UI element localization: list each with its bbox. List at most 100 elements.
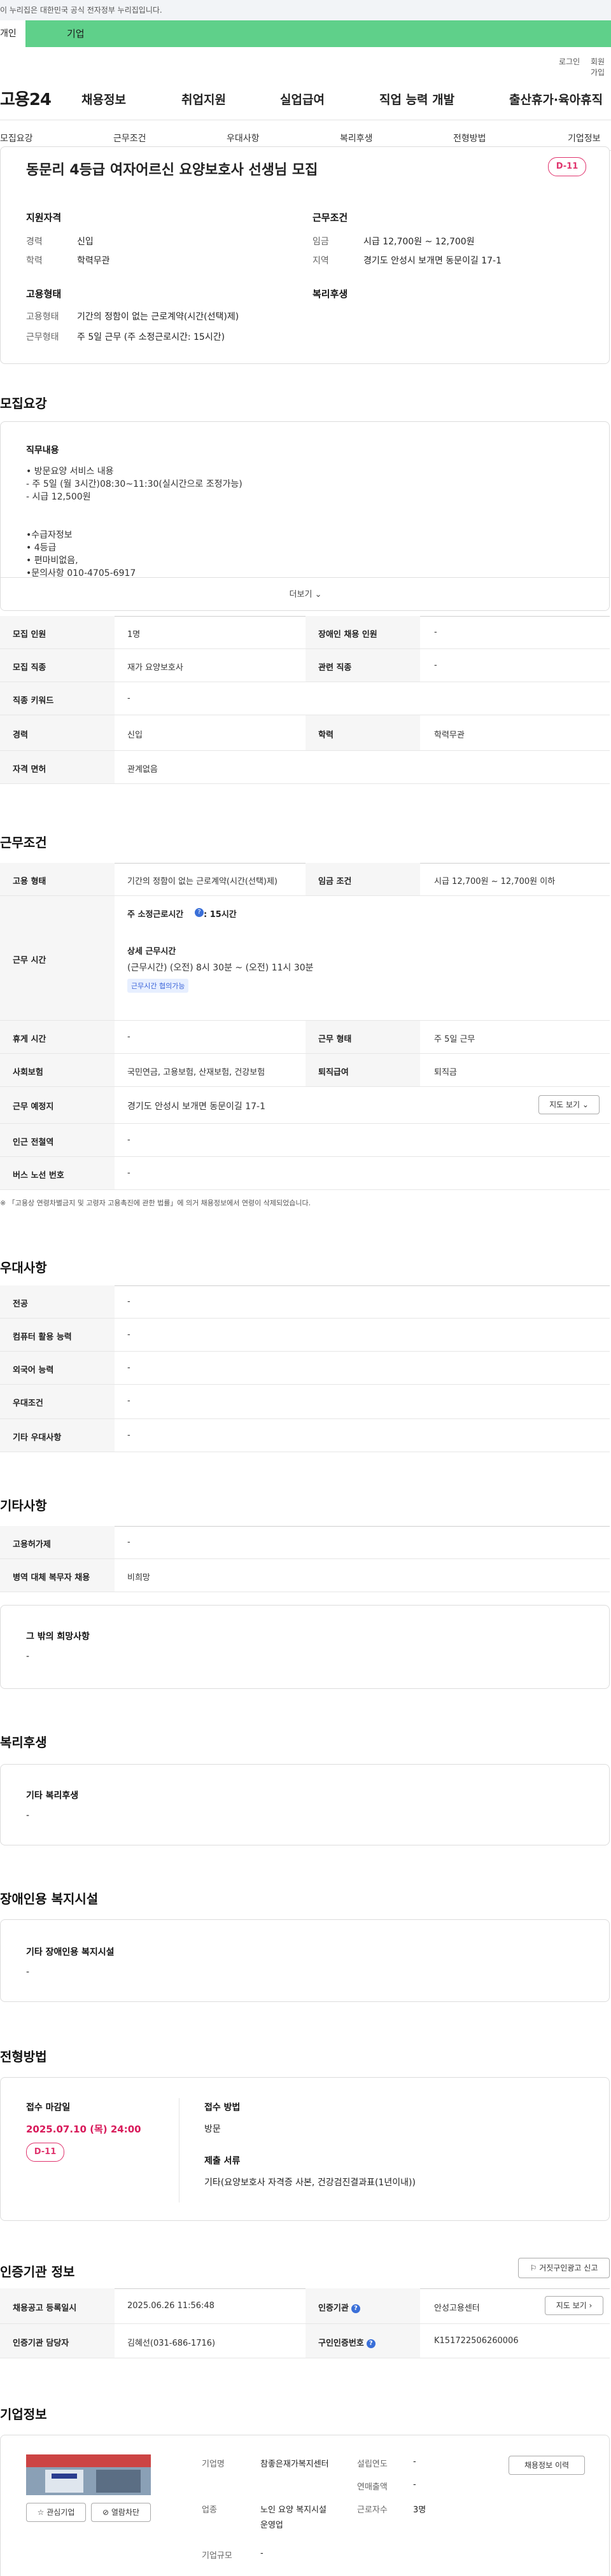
gnb-item-jobs[interactable]: 채용정보 [81,90,126,108]
table-row: 기타 우대사항 - [0,1419,610,1452]
table-row: 경력 신입 학력 학력무관 [0,715,610,751]
table-row: 직종 키워드 - [0,682,610,715]
info-icon[interactable]: ? [351,2304,360,2313]
table-cell: - [127,1297,130,1306]
job-desc-line [26,516,242,529]
emp-value: 기간의 정함이 없는 근로계약(시간(선택)제) [77,312,239,322]
table-row: 사회보험 국민연금, 고용보험, 산재보험, 건강보험 퇴직급여 퇴직금 [0,1054,610,1087]
snb-company[interactable]: 기업정보 [568,132,601,144]
req-value: 학력무관 [77,256,110,266]
table-header: 근무 예정지 [13,1102,54,1112]
table-cell: 주 5일 근무 [434,1035,475,1044]
job-description-card: 직무내용 • 방문요양 서비스 내용 - 주 5일 (월 3시간)08:30~1… [0,421,610,611]
table-cell: 경기도 안성시 보개면 동문이길 17-1 [127,1102,266,1112]
table-row: 인근 전철역 - [0,1124,610,1157]
gnb-item-support[interactable]: 취업지원 [181,90,226,108]
table-cell: - [127,1330,130,1340]
table-header: 퇴직급여 [318,1068,349,1077]
emp-label: 고용형태 [26,312,59,322]
table-cell: 김혜선(031-686-1716) [127,2339,216,2348]
tab-company[interactable]: 기업 [67,20,85,47]
table-cell: 2025.06.26 11:56:48 [127,2301,214,2311]
tab-personal[interactable]: 개인 [0,20,25,47]
block-view-button[interactable]: ⊘ 열람차단 [91,2503,151,2522]
req-label: 경력 [26,237,43,247]
facility-title: 기타 장애인용 복지시설 [26,1947,115,1957]
selection-heading: 전형방법 [0,2049,47,2064]
welfare-title: 기타 복리후생 [26,1791,79,1801]
gnb-item-training[interactable]: 직업 능력 개발 [379,90,454,108]
gnb-item-benefit[interactable]: 실업급여 [280,90,325,108]
company-size-value: - [260,2549,263,2558]
table-row: 채용공고 등록일시 2025.06.26 11:56:48 인증기관? 안성고용… [0,2288,610,2324]
snb-pref[interactable]: 우대사항 [227,132,260,144]
table-header: 고용허가제 [13,1540,51,1550]
num-header-text: 구인인증번호 [318,2339,364,2348]
hours-detail-value: (근무시간) (오전) 8시 30분 ~ (오전) 11시 30분 [127,963,314,973]
emp-label: 근무형태 [26,332,59,342]
table-cell: - [127,1431,130,1440]
recruit-heading: 모집요강 [0,396,47,411]
job-desc-body: • 방문요양 서비스 내용 - 주 5일 (월 3시간)08:30~11:30(… [26,465,242,580]
table-row: 고용 형태 기간의 정함이 없는 근로계약(시간(선택)제) 임금 조건 시급 … [0,863,610,896]
company-card: ☆ 관심기업 ⊘ 열람차단 기업명 참좋은재가복지센터 업종 노인 요양 복지시… [0,2435,610,2576]
table-row: 모집 직종 재가 요양보호사 관련 직종 - [0,649,610,682]
emp-heading: 고용형태 [26,288,62,300]
table-header: 전공 [13,1299,28,1309]
deadline-label: 접수 마감일 [26,2103,71,2113]
company-sales-value: - [413,2480,416,2489]
table-header: 기타 우대사항 [13,1433,62,1443]
table-header: 우대조건 [13,1399,43,1408]
job-desc-line: • 방문요양 서비스 내용 [26,466,114,477]
info-icon[interactable]: ? [366,2339,376,2348]
welfare-value: - [26,1810,30,1821]
table-cell: 안성고용센터 [434,2304,480,2313]
chevron-down-icon: ⌄ [314,590,322,599]
hope-value: - [26,1651,30,1662]
table-cell: 신입 [127,731,143,740]
table-row: 근무 시간 주 소정근로시간 ? : 15시간 상세 근무시간 (근무시간) (… [0,896,610,1021]
table-row: 근무 예정지 경기도 안성시 보개면 동문이길 17-1 지도 보기 ⌄ [0,1087,610,1124]
dday-badge: D-11 [26,2143,64,2162]
table-header: 채용공고 등록일시 [13,2304,77,2313]
service-tabs: 개인 기업 [0,20,611,47]
table-row: 고용허가제 - [0,1526,610,1559]
table-cell: - [127,1396,130,1406]
snb-work[interactable]: 근무조건 [113,132,146,144]
info-icon[interactable]: ? [195,908,204,917]
snb-recruit[interactable]: 모집요강 [0,132,33,144]
company-photo [26,2454,151,2495]
org-header-text: 인증기관 [318,2304,349,2313]
job-history-button[interactable]: 채용정보 이력 [509,2456,585,2475]
report-fake-ad-button[interactable]: ⚐ 거짓구인광고 신고 [518,2258,610,2278]
snb-welfare[interactable]: 복리후생 [340,132,373,144]
job-summary-card: 동문리 4등급 여자어르신 요양보호사 선생님 모집 D-11 지원자격 경력 … [0,146,610,364]
map-view-button[interactable]: 지도 보기 ⌄ [538,1095,600,1114]
table-header: 모집 직종 [13,663,46,673]
cond-value: 시급 12,700원 ~ 12,700원 [363,237,475,247]
login-link[interactable]: 로그인 [559,56,580,67]
table-cell: 1명 [127,630,141,640]
age-notice: ※ 「고용상 연령차별금지 및 고령자 고용촉진에 관한 법률」에 의거 채용정… [0,1199,311,1207]
company-year-label: 설립연도 [357,2460,388,2469]
table-header: 인증기관 담당자 [13,2339,69,2348]
gnb-item-leave[interactable]: 출산휴가·육아휴직 [509,90,603,108]
req-value: 신입 [77,237,94,247]
table-header: 경력 [13,731,28,740]
table-header: 임금 조건 [318,877,352,886]
agency-map-button[interactable]: 지도 보기 › [545,2296,603,2315]
more-button[interactable]: 더보기 ⌄ [1,577,609,610]
gov-banner: 이 누리집은 대한민국 공식 전자정부 누리집입니다. [0,0,611,20]
favorite-company-button[interactable]: ☆ 관심기업 [26,2503,86,2522]
join-link[interactable]: 회원가입 [591,56,611,78]
facility-card: 기타 장애인용 복지시설 - [0,1919,610,2002]
company-name-value: 참좋은재가복지센터 [260,2460,329,2469]
hours-week-value: : 15시간 [204,910,237,920]
table-header: 근무 형태 [318,1035,352,1044]
report-icon: ⚐ [530,2264,537,2272]
table-cell: 관계없음 [127,765,158,774]
site-logo[interactable]: 고용24 [0,87,52,110]
company-biz-label: 업종 [202,2505,217,2515]
table-cell: 퇴직금 [434,1068,457,1077]
snb-selection[interactable]: 전형방법 [453,132,486,144]
